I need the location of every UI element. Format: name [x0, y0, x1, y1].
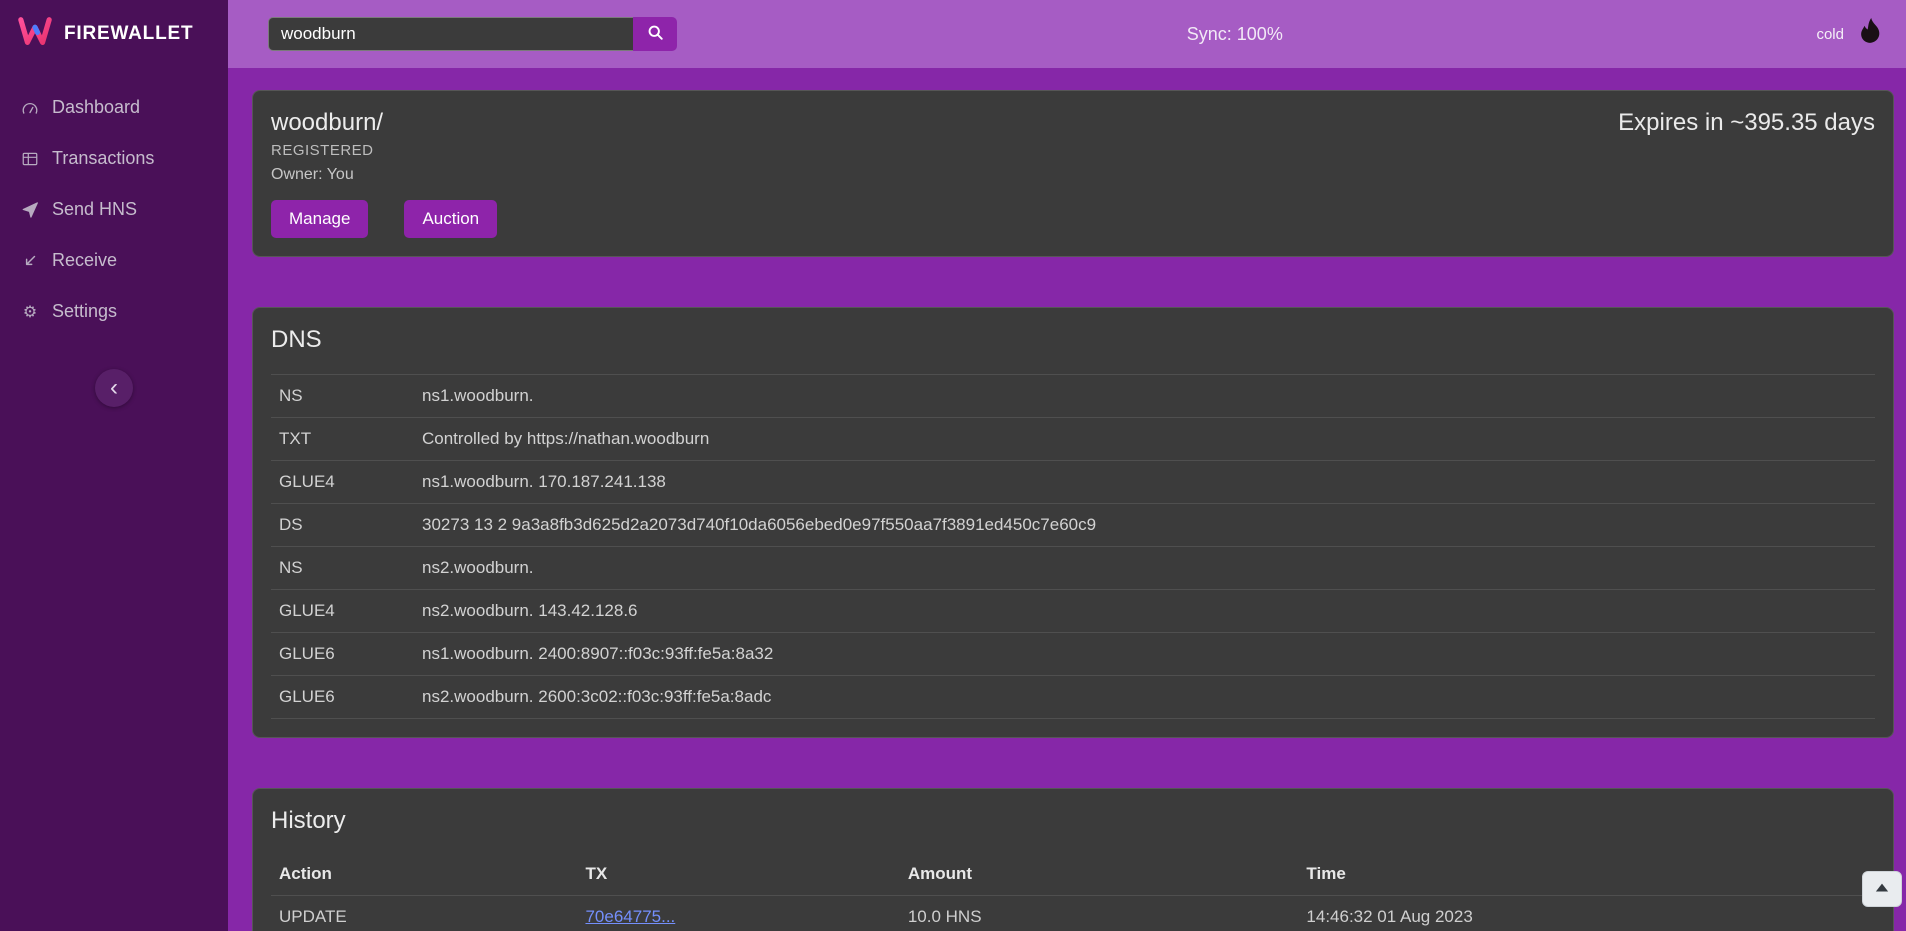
dns-record-value: 30273 13 2 9a3a8fb3d625d2a2073d740f10da6…: [422, 515, 1867, 535]
dns-record-type: TXT: [279, 429, 422, 449]
history-time: 14:46:32 01 Aug 2023: [1306, 907, 1867, 927]
domain-title: woodburn/: [271, 109, 497, 137]
domain-status: REGISTERED: [271, 142, 497, 159]
domain-buttons: Manage Auction: [271, 200, 497, 238]
topbar: Sync: 100% cold: [228, 0, 1906, 68]
dns-record-row: GLUE6 ns2.woodburn. 2600:3c02::f03c:93ff…: [271, 675, 1875, 719]
history-row: UPDATE 70e64775... 10.0 HNS 14:46:32 01 …: [271, 896, 1875, 931]
scroll-to-top-button[interactable]: [1862, 871, 1902, 907]
search-input[interactable]: [268, 17, 633, 51]
dns-record-value: ns2.woodburn.: [422, 558, 1867, 578]
dns-record-value: ns2.woodburn. 143.42.128.6: [422, 601, 1867, 621]
search-icon: [647, 24, 664, 44]
dns-record-value: ns1.woodburn. 2400:8907::f03c:93ff:fe5a:…: [422, 644, 1867, 664]
dns-record-row: GLUE4 ns1.woodburn. 170.187.241.138: [271, 460, 1875, 503]
history-col-amount: Amount: [908, 864, 1307, 884]
history-title: History: [271, 807, 1875, 835]
dns-record-row: GLUE6 ns1.woodburn. 2400:8907::f03c:93ff…: [271, 632, 1875, 675]
sidebar-item-label: Dashboard: [52, 97, 140, 118]
history-header-row: Action TX Amount Time: [271, 853, 1875, 896]
sidebar-item-settings[interactable]: ⚙ Settings: [0, 286, 228, 337]
domain-owner: Owner: You: [271, 166, 497, 184]
expires-label: Expires in ~395.35 days: [1618, 109, 1875, 137]
send-icon: [20, 201, 40, 219]
wallet-mode-label: cold: [1816, 26, 1844, 43]
settings-icon: ⚙: [20, 302, 40, 322]
content: woodburn/ REGISTERED Owner: You Manage A…: [228, 68, 1906, 931]
domain-info: woodburn/ REGISTERED Owner: You Manage A…: [271, 109, 497, 238]
dns-record-value: ns1.woodburn.: [422, 386, 1867, 406]
sidebar-item-label: Transactions: [52, 148, 154, 169]
history-table: Action TX Amount Time UPDATE 70e64775...…: [271, 853, 1875, 931]
wallet-mode-group: cold: [1816, 16, 1888, 53]
auction-button[interactable]: Auction: [404, 200, 497, 238]
dns-record-row: GLUE4 ns2.woodburn. 143.42.128.6: [271, 589, 1875, 632]
dns-record-value: ns2.woodburn. 2600:3c02::f03c:93ff:fe5a:…: [422, 687, 1867, 707]
search-button[interactable]: [633, 17, 677, 51]
app-root: FIREWALLET Dashboard Transactions Send H…: [0, 0, 1906, 931]
brand[interactable]: FIREWALLET: [0, 0, 228, 68]
dns-record-type: GLUE6: [279, 687, 422, 707]
search-group: [268, 17, 677, 51]
dns-record-type: GLUE4: [279, 601, 422, 621]
sidebar-item-label: Send HNS: [52, 199, 137, 220]
caret-up-icon: [1875, 882, 1889, 897]
chevron-left-icon: ‹: [110, 376, 118, 400]
transactions-icon: [20, 150, 40, 168]
dashboard-icon: [20, 99, 40, 117]
sidebar-item-dashboard[interactable]: Dashboard: [0, 82, 228, 133]
sidebar-item-send-hns[interactable]: Send HNS: [0, 184, 228, 235]
dns-record-type: DS: [279, 515, 422, 535]
receive-icon: [20, 252, 40, 270]
dns-record-value: Controlled by https://nathan.woodburn: [422, 429, 1867, 449]
dns-record-row: DS 30273 13 2 9a3a8fb3d625d2a2073d740f10…: [271, 503, 1875, 546]
brand-name: FIREWALLET: [64, 23, 193, 45]
history-amount: 10.0 HNS: [908, 907, 1307, 927]
dns-record-row: TXT Controlled by https://nathan.woodbur…: [271, 417, 1875, 460]
sidebar-item-label: Receive: [52, 250, 117, 271]
dns-record-row: NS ns1.woodburn.: [271, 374, 1875, 417]
sidebar-item-transactions[interactable]: Transactions: [0, 133, 228, 184]
flame-icon: [1854, 16, 1888, 53]
dns-record-type: NS: [279, 558, 422, 578]
dns-record-type: GLUE4: [279, 472, 422, 492]
dns-table: NS ns1.woodburn. TXT Controlled by https…: [271, 374, 1875, 719]
sidebar-item-receive[interactable]: Receive: [0, 235, 228, 286]
dns-record-type: GLUE6: [279, 644, 422, 664]
manage-button[interactable]: Manage: [271, 200, 368, 238]
dns-record-value: ns1.woodburn. 170.187.241.138: [422, 472, 1867, 492]
main-column: Sync: 100% cold woodburn/ REGISTERED Own…: [228, 0, 1906, 931]
sidebar: FIREWALLET Dashboard Transactions Send H…: [0, 0, 228, 931]
sidebar-nav: Dashboard Transactions Send HNS Receive: [0, 82, 228, 337]
dns-record-row: NS ns2.woodburn.: [271, 546, 1875, 589]
sync-status: Sync: 100%: [1187, 24, 1283, 45]
tx-link[interactable]: 70e64775...: [585, 907, 675, 926]
history-col-time: Time: [1306, 864, 1867, 884]
history-card: History Action TX Amount Time UPDATE 70e…: [252, 788, 1894, 931]
history-col-action: Action: [279, 864, 585, 884]
history-col-tx: TX: [585, 864, 907, 884]
dns-record-type: NS: [279, 386, 422, 406]
domain-card: woodburn/ REGISTERED Owner: You Manage A…: [252, 90, 1894, 257]
dns-card: DNS NS ns1.woodburn. TXT Controlled by h…: [252, 307, 1894, 738]
sidebar-item-label: Settings: [52, 301, 117, 322]
history-action: UPDATE: [279, 907, 585, 927]
firewallet-logo-icon: [16, 15, 54, 54]
dns-title: DNS: [271, 326, 1875, 354]
sidebar-collapse-button[interactable]: ‹: [95, 369, 133, 407]
